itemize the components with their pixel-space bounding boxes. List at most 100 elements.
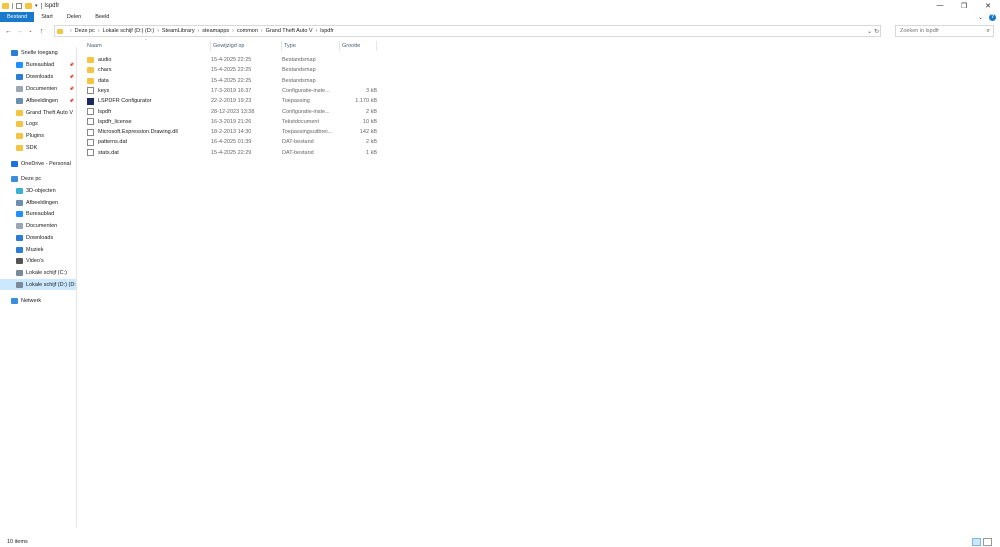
chevron-right-icon[interactable]: ›: [316, 28, 318, 34]
file-row[interactable]: lspdfr_license 16-3-2019 21:26 Tekstdocume…: [85, 117, 380, 127]
file-icon: [87, 87, 94, 95]
sidebar-item-label: Lokale schijf (D:) (D:: [26, 281, 76, 288]
sidebar-item[interactable]: Netwerk: [0, 295, 76, 306]
sidebar-item[interactable]: Lokale schijf (D:) (D:: [0, 279, 76, 290]
sidebar-item[interactable]: SDK: [0, 142, 76, 153]
file-icon: [87, 128, 94, 136]
file-size: 3 kB: [365, 87, 377, 94]
sidebar-item-label: Bureaublad: [26, 61, 55, 68]
chevron-right-icon[interactable]: ›: [157, 28, 159, 34]
sidebar-item[interactable]: Downloads: [0, 232, 76, 243]
sidebar-item[interactable]: Afbeeldingen 📌: [0, 95, 76, 106]
sidebar-item[interactable]: Logs: [0, 118, 76, 129]
folder-icon: [16, 132, 23, 139]
sidebar-item[interactable]: Lokale schijf (C:): [0, 267, 76, 278]
breadcrumb-lokale-schijf[interactable]: Lokale schijf (D:) (D:): [103, 28, 155, 34]
tab-delen[interactable]: Delen: [60, 12, 88, 22]
file-row[interactable]: lspdfr 28-12-2023 13:38 Configuratie-inste…: [85, 107, 380, 117]
column-type[interactable]: Type: [282, 41, 340, 51]
sidebar-item[interactable]: Documenten 📌: [0, 83, 76, 94]
file-row[interactable]: LSPDFR Configurator 22-2-2019 19:23 Toepas…: [85, 96, 380, 106]
file-name-cell: lspdfr_license: [85, 117, 211, 127]
file-row[interactable]: data 15-4-2025 22:25 Bestandsmap: [85, 76, 380, 86]
chevron-right-icon[interactable]: ›: [232, 28, 234, 34]
file-name-cell: chars: [85, 65, 211, 75]
breadcrumb-steamapps[interactable]: steamapps: [202, 28, 229, 34]
file-row[interactable]: keys 17-3-2019 16:37 Configuratie-inste...…: [85, 86, 380, 96]
sidebar-item[interactable]: Bureaublad: [0, 208, 76, 219]
breadcrumb-gta-v[interactable]: Grand Theft Auto V: [266, 28, 313, 34]
file-size: 142 kB: [359, 129, 377, 136]
back-arrow-icon[interactable]: ←: [3, 26, 14, 37]
file-row[interactable]: stats.dat 15-4-2025 22:29 DAT-bestand 1 kB: [85, 148, 380, 158]
restore-button[interactable]: ❐: [952, 0, 976, 11]
breadcrumb-lspdfr[interactable]: lspdfr: [320, 28, 333, 34]
sidebar-item[interactable]: Muziek: [0, 244, 76, 255]
sidebar-item[interactable]: Plugins: [0, 130, 76, 141]
properties-icon[interactable]: [16, 2, 22, 9]
expand-ribbon-chevron-icon[interactable]: ⌄: [978, 14, 983, 21]
sidebar-item-label: SDK: [26, 144, 38, 151]
sidebar-item[interactable]: OneDrive - Personal: [0, 158, 76, 169]
chevron-right-icon[interactable]: ›: [70, 28, 72, 34]
file-row[interactable]: Microsoft.Expression.Drawing.dll 18-2-201…: [85, 127, 380, 137]
breadcrumb-steamlibrary[interactable]: SteamLibrary: [162, 28, 195, 34]
help-icon[interactable]: ?: [989, 13, 996, 21]
large-icons-view-icon[interactable]: [983, 538, 992, 546]
sidebar-item[interactable]: Downloads 📌: [0, 71, 76, 82]
sidebar-item-label: Deze pc: [21, 175, 42, 182]
sidebar-item-label: Lokale schijf (C:): [26, 269, 67, 276]
pin-icon: 📌: [69, 74, 74, 79]
file-row[interactable]: audio 15-4-2025 22:25 Bestandsmap: [85, 55, 380, 65]
sidebar-item[interactable]: Documenten: [0, 220, 76, 231]
sidebar-item[interactable]: Deze pc: [0, 173, 76, 184]
search-input[interactable]: [900, 28, 980, 34]
up-arrow-icon[interactable]: ↑: [36, 26, 47, 37]
minimize-button[interactable]: —: [928, 0, 952, 11]
file-date: 17-3-2019 16:37: [211, 87, 252, 94]
tab-bestand[interactable]: Bestand: [0, 12, 35, 22]
file-row[interactable]: patterns.dat 16-4-2025 01:39 DAT-bestand 2 …: [85, 137, 380, 147]
file-row[interactable]: chars 15-4-2025 22:25 Bestandsmap: [85, 65, 380, 75]
address-bar[interactable]: › Deze pc › Lokale schijf (D:) (D:) › St…: [54, 25, 881, 37]
quick-access-folder-icon[interactable]: [2, 2, 9, 9]
chevron-right-icon[interactable]: ›: [198, 28, 200, 34]
search-box[interactable]: ⌕: [895, 25, 994, 37]
sidebar-item[interactable]: Snelle toegang: [0, 47, 76, 58]
tab-start[interactable]: Start: [34, 12, 60, 22]
address-history-chevron-icon[interactable]: ⌄: [867, 28, 872, 35]
sidebar-item[interactable]: Bureaublad 📌: [0, 59, 76, 70]
sidebar-item-label: Downloads: [26, 234, 54, 241]
refresh-icon[interactable]: ↻: [874, 28, 879, 35]
breadcrumb-common[interactable]: common: [237, 28, 258, 34]
customize-toolbar-chevron-icon[interactable]: ▾: [35, 3, 38, 9]
sidebar-item[interactable]: 3D-objecten: [0, 185, 76, 196]
sidebar-item-label: Snelle toegang: [21, 49, 58, 56]
sidebar-item-label: Plugins: [26, 132, 45, 139]
forward-arrow-icon[interactable]: →: [14, 26, 25, 37]
close-button[interactable]: ✕: [976, 0, 1000, 11]
sidebar-item[interactable]: Video's: [0, 255, 76, 266]
sidebar-item[interactable]: Afbeeldingen: [0, 197, 76, 208]
chevron-right-icon[interactable]: ›: [98, 28, 100, 34]
document-icon: [16, 222, 23, 229]
search-icon[interactable]: ⌕: [987, 28, 990, 35]
details-view-icon[interactable]: [972, 538, 981, 546]
breadcrumb-deze-pc[interactable]: Deze pc: [75, 28, 95, 34]
folder-icon: [16, 120, 23, 127]
cloud-icon: [11, 160, 18, 167]
tab-beeld[interactable]: Beeld: [88, 12, 116, 22]
recent-locations-chevron-icon[interactable]: ⌄: [25, 26, 36, 37]
pin-icon: 📌: [69, 98, 74, 103]
sidebar-item-label: Documenten: [26, 85, 58, 92]
file-name-cell: data: [85, 76, 211, 86]
file-name-cell: Microsoft.Expression.Drawing.dll: [85, 127, 211, 137]
network-icon: [11, 297, 18, 304]
new-folder-icon[interactable]: [25, 2, 32, 9]
chevron-right-icon[interactable]: ›: [261, 28, 263, 34]
column-modified[interactable]: Gewijzigd op: [211, 41, 282, 51]
divider: [12, 2, 13, 9]
column-name[interactable]: Naam: [85, 41, 211, 51]
column-size[interactable]: Grootte: [340, 41, 377, 51]
sidebar-item[interactable]: Grand Theft Auto V: [0, 107, 76, 118]
